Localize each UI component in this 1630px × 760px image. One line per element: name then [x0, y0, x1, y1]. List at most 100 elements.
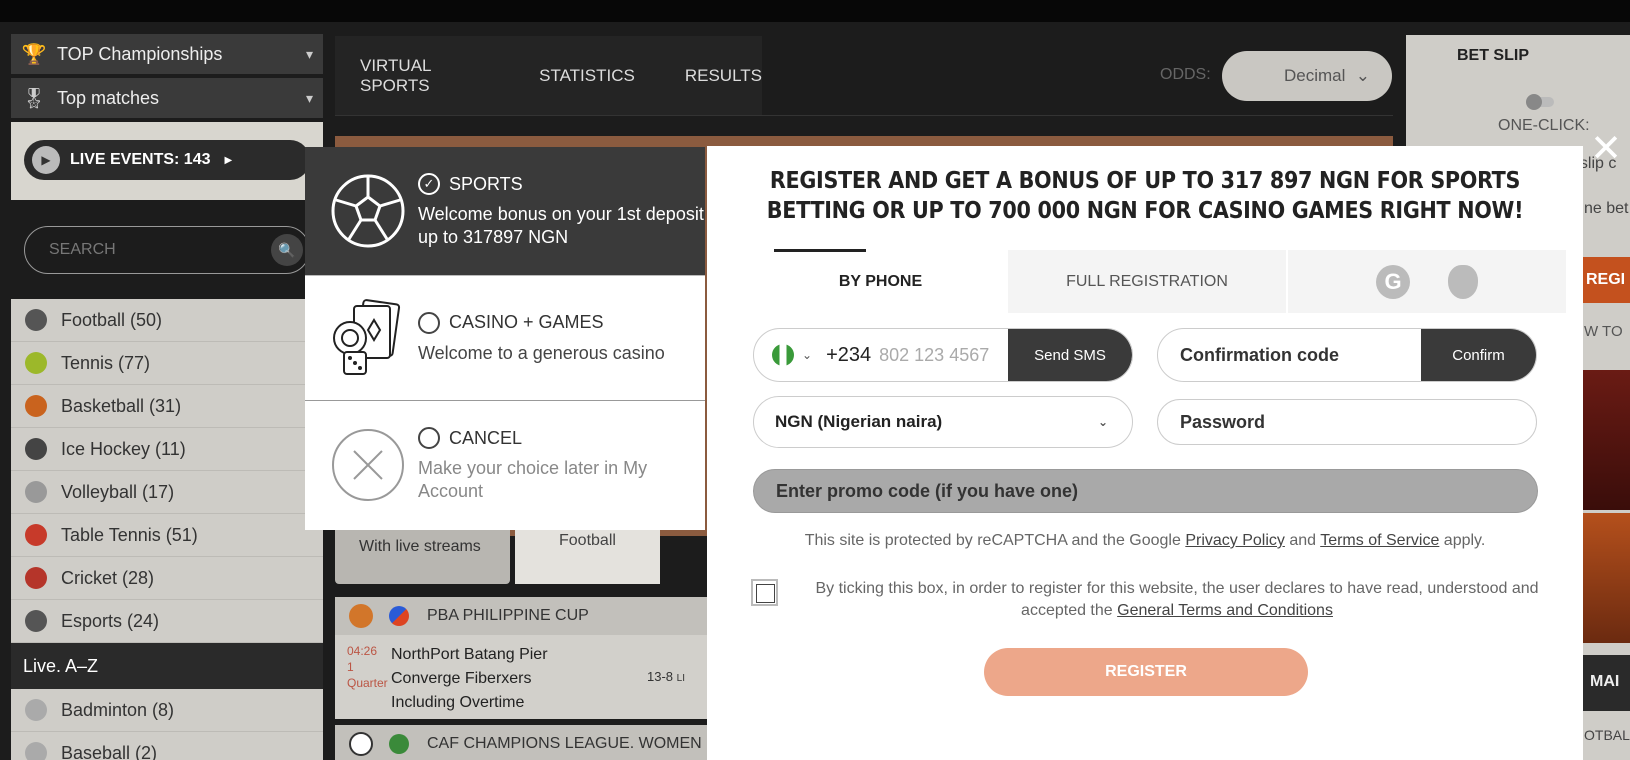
recaptcha-text: This site is protected by reCAPTCHA and …	[804, 532, 1186, 549]
casino-banner-image[interactable]	[1578, 370, 1630, 510]
sidebar-item-sport-1[interactable]: Tennis (77)	[11, 342, 323, 385]
left-sidebar: 🏆 TOP Championships ▾ 🎖 Top matches ▾ ▶ …	[11, 34, 323, 760]
bet-slip-text-4: OTBALL	[1584, 727, 1630, 743]
send-sms-button[interactable]: Send SMS	[1008, 329, 1132, 381]
sport-icon	[25, 352, 47, 374]
registration-title: REGISTER AND GET A BONUS OF UP TO 317 89…	[766, 168, 1524, 224]
nigeria-flag-icon[interactable]	[772, 344, 794, 366]
sports-title: SPORTS	[449, 173, 523, 194]
promo-banner-image[interactable]	[1578, 513, 1630, 643]
currency-select[interactable]: NGN (Nigerian naira) ⌄	[753, 396, 1133, 448]
recaptcha-notice: This site is protected by reCAPTCHA and …	[707, 532, 1583, 550]
tab-football[interactable]: Football	[515, 522, 660, 584]
sidebar-item-label: Cricket (28)	[61, 567, 155, 588]
radio-unchecked-icon[interactable]	[418, 427, 440, 449]
tab-by-phone[interactable]: BY PHONE	[753, 249, 1008, 313]
sidebar-item-label: Table Tennis (51)	[61, 524, 198, 545]
team-2: Converge Fiberxers	[391, 670, 532, 687]
match-league-header-2[interactable]: CAF CHAMPIONS LEAGUE. WOMEN	[335, 725, 715, 760]
match-clock: 04:26	[347, 644, 378, 658]
recaptcha-apply: apply.	[1439, 532, 1486, 549]
nav-results[interactable]: RESULTS	[685, 66, 762, 86]
chevron-down-icon[interactable]: ⌄	[802, 348, 812, 362]
bet-slip-register-button[interactable]: REGI	[1578, 257, 1630, 303]
odds-value: Decimal	[1284, 66, 1346, 85]
sport-icon	[25, 610, 47, 632]
bonus-title: CANCEL	[418, 427, 705, 449]
bet-slip-title: BET SLIP	[1456, 47, 1529, 64]
one-click-toggle[interactable]	[1526, 94, 1554, 110]
bonus-title: ✓ SPORTS	[418, 173, 705, 195]
nav-statistics[interactable]: STATISTICS	[539, 66, 635, 86]
bonus-option-casino[interactable]: CASINO + GAMES Welcome to a generous cas…	[305, 276, 705, 401]
sidebar-item-az-0[interactable]: Badminton (8)	[11, 689, 323, 732]
search-wrap: 🔍	[11, 200, 323, 299]
match-card[interactable]: PBA PHILIPPINE CUP 04:26 1 Quarter North…	[335, 597, 715, 719]
nav-virtual-sports[interactable]: VIRTUAL SPORTS	[360, 56, 489, 96]
medal-icon: 🎖	[21, 87, 47, 110]
sport-icon	[25, 481, 47, 503]
sport-icon	[25, 309, 47, 331]
terms-of-service-link[interactable]: Terms of Service	[1320, 532, 1439, 549]
tab-live-streams[interactable]: With live streams	[335, 522, 510, 584]
sidebar-item-sport-0[interactable]: Football (50)	[11, 299, 323, 342]
top-matches-label: Top matches	[57, 87, 160, 108]
casino-title: CASINO + GAMES	[449, 312, 604, 332]
chevron-down-icon: ▾	[305, 89, 313, 106]
bet-slip-text-2: ne bet	[1584, 200, 1629, 217]
chevron-down-icon: ▾	[305, 45, 313, 62]
general-terms-link[interactable]: General Terms and Conditions	[1117, 602, 1333, 619]
phone-field: ⌄ +234 Send SMS	[753, 328, 1133, 382]
sidebar-item-sport-5[interactable]: Table Tennis (51)	[11, 514, 323, 557]
trophy-icon: 🏆	[21, 43, 47, 66]
play-icon: ▶	[32, 146, 60, 174]
bet-slip-main-tab[interactable]: MAI	[1578, 655, 1630, 711]
score-suffix: LI	[676, 673, 685, 684]
score-value: 13-8	[647, 669, 674, 684]
sidebar-item-sport-2[interactable]: Basketball (31)	[11, 385, 323, 428]
cancel-circle-icon	[330, 427, 406, 503]
close-icon[interactable]: ✕	[1588, 130, 1624, 168]
top-matches-dropdown[interactable]: 🎖 Top matches ▾	[11, 78, 323, 118]
confirm-button[interactable]: Confirm	[1421, 329, 1536, 381]
search-icon[interactable]: 🔍	[271, 234, 303, 266]
privacy-policy-link[interactable]: Privacy Policy	[1185, 532, 1285, 549]
top-championships-dropdown[interactable]: 🏆 TOP Championships ▾	[11, 34, 323, 74]
league-name: PBA PHILIPPINE CUP	[427, 607, 589, 624]
sidebar-item-az-1[interactable]: Baseball (2)	[11, 732, 323, 760]
live-events-label: LIVE EVENTS: 143	[70, 151, 211, 168]
sport-icon	[25, 567, 47, 589]
sidebar-item-sport-4[interactable]: Volleyball (17)	[11, 471, 323, 514]
live-events-box: ▶ LIVE EVENTS: 143 ▶	[11, 122, 323, 200]
radio-unchecked-icon[interactable]	[418, 311, 440, 334]
chevron-down-icon: ⌄	[1097, 415, 1108, 429]
tab-full-registration[interactable]: FULL REGISTRATION	[1008, 250, 1288, 313]
radio-checked-icon[interactable]: ✓	[418, 173, 440, 195]
bonus-option-sports[interactable]: ✓ SPORTS Welcome bonus on your 1st depos…	[305, 147, 705, 276]
google-icon[interactable]: G	[1376, 264, 1410, 299]
sport-icon	[25, 395, 47, 417]
divider	[335, 115, 1393, 116]
match-score: 13-8 LI	[647, 643, 715, 715]
bonus-option-cancel[interactable]: CANCEL Make your choice later in My Acco…	[305, 401, 705, 529]
match-period-number: 1	[347, 660, 354, 674]
sidebar-item-sport-6[interactable]: Cricket (28)	[11, 557, 323, 600]
apple-icon[interactable]	[1448, 264, 1478, 299]
sidebar-item-sport-3[interactable]: Ice Hockey (11)	[11, 428, 323, 471]
philippines-flag-icon	[389, 606, 409, 626]
terms-checkbox[interactable]	[751, 579, 778, 606]
bonus-title: CASINO + GAMES	[418, 311, 705, 334]
sports-desc: Welcome bonus on your 1st deposit up to …	[418, 204, 704, 247]
register-button[interactable]: REGISTER	[984, 648, 1308, 696]
search-input[interactable]	[49, 241, 271, 259]
sidebar-item-sport-7[interactable]: Esports (24)	[11, 600, 323, 643]
live-events-button[interactable]: ▶ LIVE EVENTS: 143 ▶	[24, 140, 310, 180]
promo-code-input[interactable]	[753, 469, 1538, 513]
password-input[interactable]	[1157, 399, 1537, 445]
top-navbar: VIRTUAL SPORTS STATISTICS RESULTS	[335, 36, 762, 116]
phone-input[interactable]	[879, 344, 1008, 366]
confirmation-code-input[interactable]	[1158, 344, 1421, 366]
odds-select[interactable]: Decimal ⌄	[1222, 51, 1392, 101]
sidebar-item-label: Esports (24)	[61, 610, 160, 631]
sport-icon	[25, 438, 47, 460]
